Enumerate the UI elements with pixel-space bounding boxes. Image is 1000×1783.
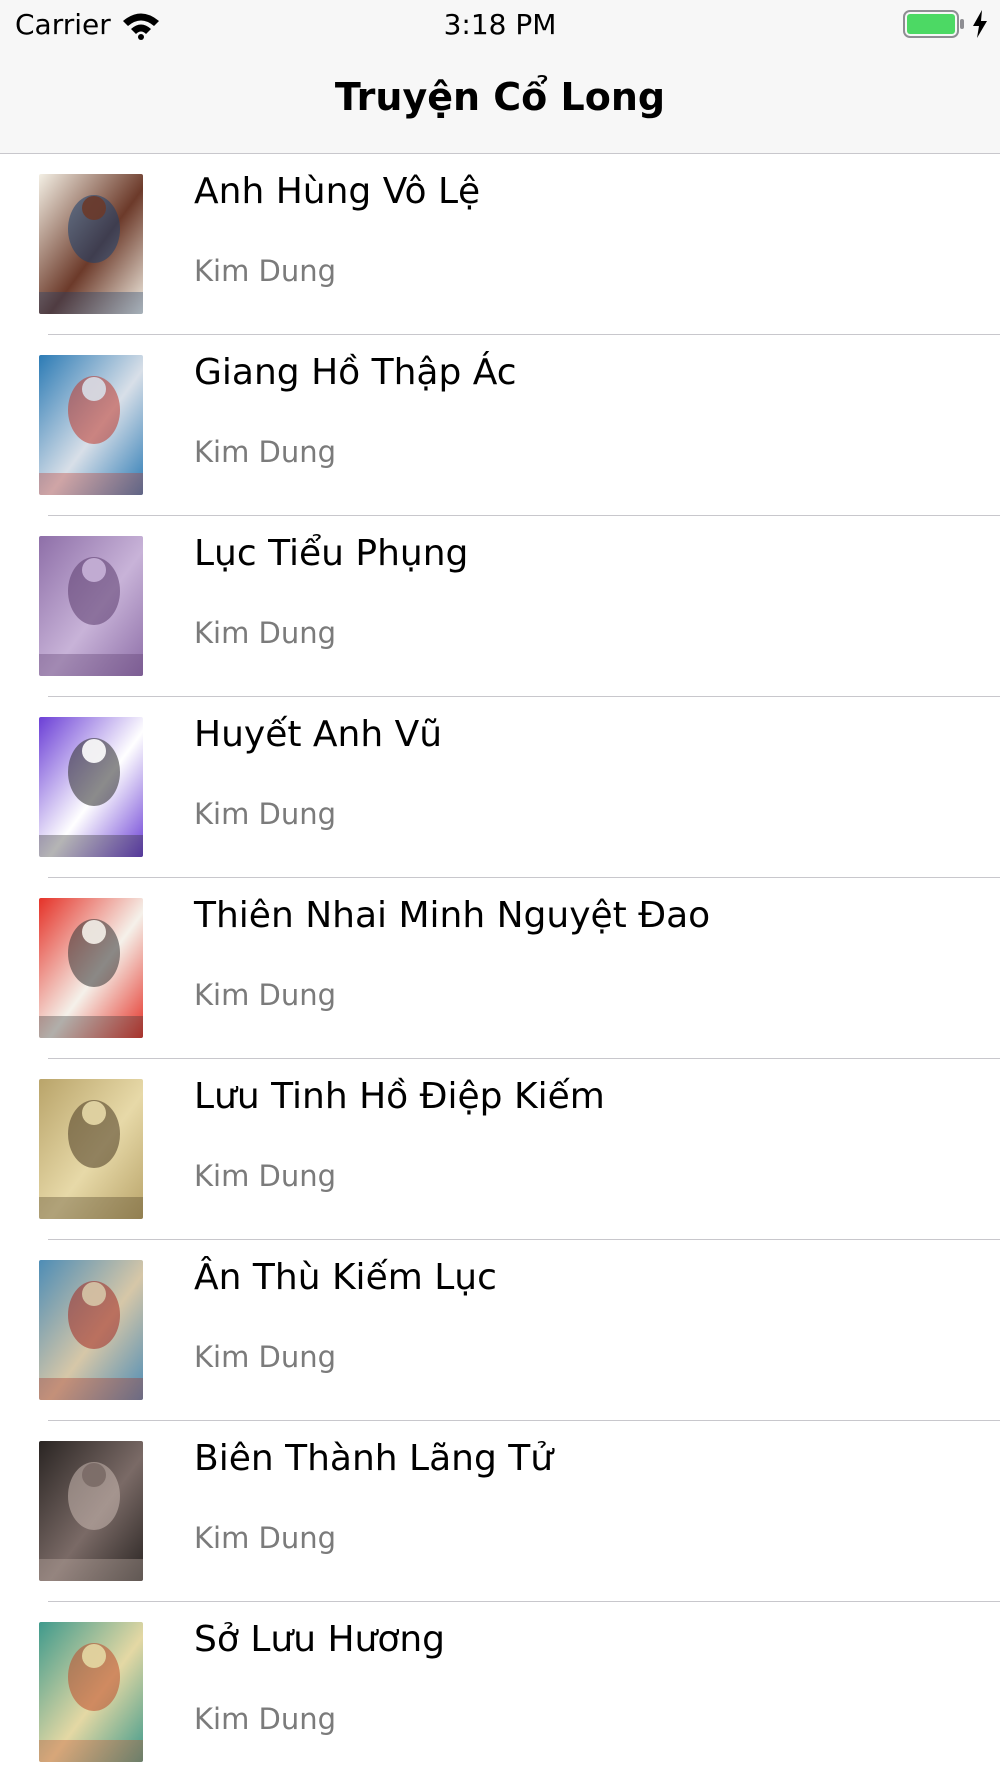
book-cover-image: [39, 1441, 143, 1581]
book-row[interactable]: Lục Tiểu Phụng Kim Dung: [0, 516, 1000, 697]
book-cover-image: [39, 717, 143, 857]
book-author: Kim Dung: [194, 978, 337, 1012]
book-cover-image: [39, 174, 143, 314]
book-author: Kim Dung: [194, 1159, 337, 1193]
book-row[interactable]: Huyết Anh Vũ Kim Dung: [0, 697, 1000, 878]
book-title: Ân Thù Kiếm Lục: [194, 1257, 497, 1298]
book-row[interactable]: Lưu Tinh Hồ Điệp Kiếm Kim Dung: [0, 1059, 1000, 1240]
book-row[interactable]: Giang Hồ Thập Ác Kim Dung: [0, 335, 1000, 516]
book-list[interactable]: Anh Hùng Vô Lệ Kim Dung Giang Hồ Thập Ác Ki…: [0, 154, 1000, 1783]
book-author: Kim Dung: [194, 1340, 337, 1374]
book-cover-image: [39, 1622, 143, 1762]
page-title: Truyện Cổ Long: [334, 75, 666, 119]
status-bar: Carrier 3:18 PM: [0, 0, 1000, 50]
book-title: Anh Hùng Vô Lệ: [194, 171, 481, 212]
book-author: Kim Dung: [194, 1521, 337, 1555]
book-title: Thiên Nhai Minh Nguyệt Đao: [194, 895, 711, 936]
book-author: Kim Dung: [194, 616, 337, 650]
book-cover-image: [39, 1079, 143, 1219]
book-cover-image: [39, 536, 143, 676]
book-title: Biên Thành Lãng Tử: [194, 1438, 554, 1479]
book-cover-image: [39, 898, 143, 1038]
book-row[interactable]: Thiên Nhai Minh Nguyệt Đao Kim Dung: [0, 878, 1000, 1059]
book-row[interactable]: Anh Hùng Vô Lệ Kim Dung: [0, 154, 1000, 335]
book-row[interactable]: Sở Lưu Hương Kim Dung: [0, 1602, 1000, 1783]
book-author: Kim Dung: [194, 435, 337, 469]
book-cover-image: [39, 355, 143, 495]
book-row[interactable]: Ân Thù Kiếm Lục Kim Dung: [0, 1240, 1000, 1421]
book-title: Giang Hồ Thập Ác: [194, 352, 517, 393]
book-title: Huyết Anh Vũ: [194, 714, 443, 755]
book-row[interactable]: Biên Thành Lãng Tử Kim Dung: [0, 1421, 1000, 1602]
book-title: Sở Lưu Hương: [194, 1619, 446, 1660]
navigation-bar: Truyện Cổ Long: [0, 50, 1000, 154]
charging-bolt-icon: [973, 10, 987, 38]
book-title: Lưu Tinh Hồ Điệp Kiếm: [194, 1076, 605, 1117]
book-cover-image: [39, 1260, 143, 1400]
book-author: Kim Dung: [194, 1702, 337, 1736]
status-time: 3:18 PM: [443, 8, 557, 41]
book-author: Kim Dung: [194, 254, 337, 288]
battery-icon: [903, 10, 964, 38]
book-author: Kim Dung: [194, 797, 337, 831]
book-title: Lục Tiểu Phụng: [194, 533, 469, 574]
